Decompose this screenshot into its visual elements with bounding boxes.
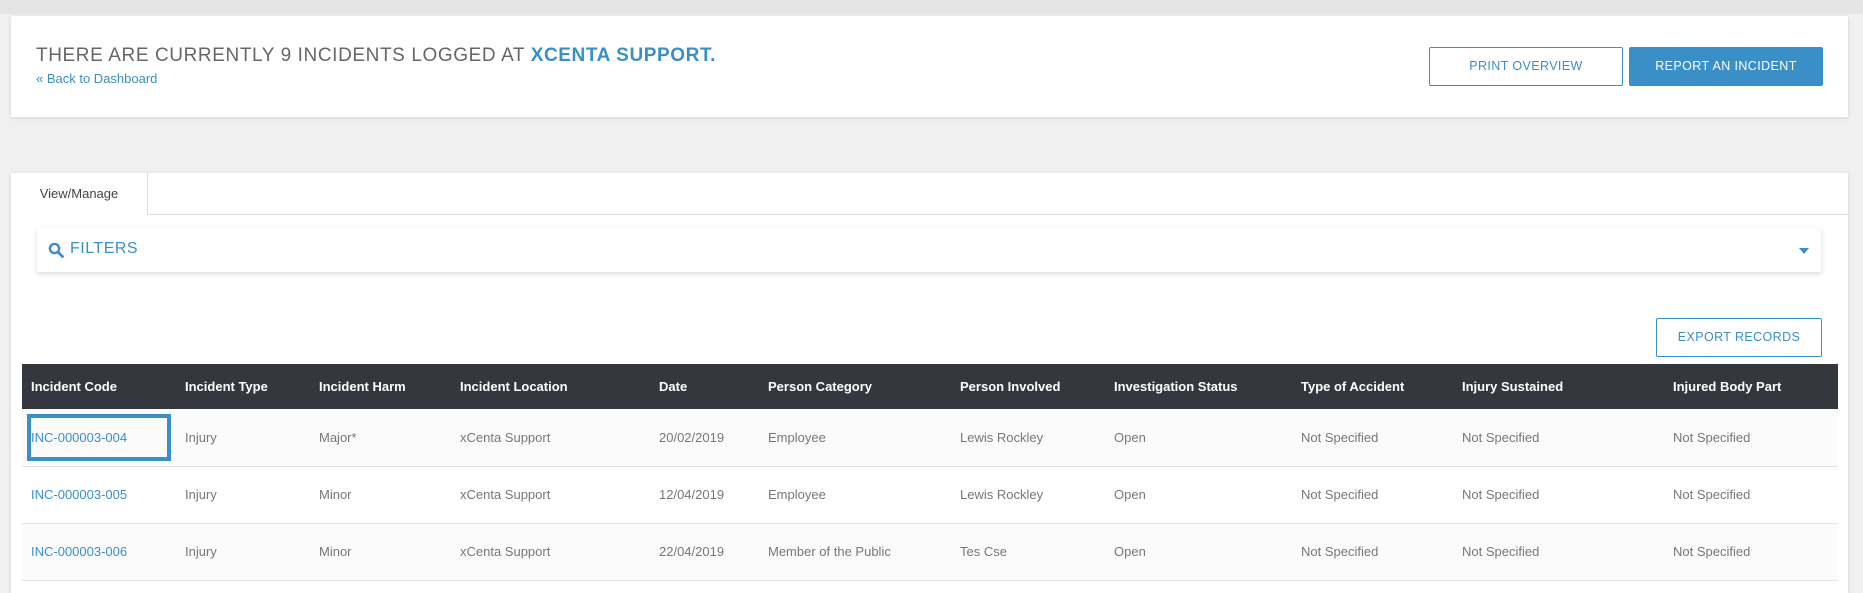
table-cell: Not Specified: [1673, 429, 1751, 445]
column-header[interactable]: Type of Accident: [1292, 364, 1453, 409]
table-cell: Injury: [185, 544, 217, 559]
tab-bar: View/Manage: [11, 173, 1848, 215]
table-cell: Injury: [185, 487, 217, 502]
column-header[interactable]: Investigation Status: [1105, 364, 1292, 409]
column-header[interactable]: Incident Type: [176, 364, 310, 409]
table-cell: xCenta Support: [460, 429, 551, 445]
table-cell: Employee: [768, 429, 826, 445]
table-cell: Not Specified: [1673, 487, 1751, 502]
back-to-dashboard-link[interactable]: « Back to Dashboard: [36, 71, 157, 86]
org-name: XCENTA SUPPORT.: [530, 45, 716, 66]
table-row[interactable]: INC-000003-006 Injury Minor xCenta Suppo…: [22, 523, 1838, 580]
column-header[interactable]: Date: [650, 364, 759, 409]
search-icon: [48, 242, 64, 258]
table-cell: Injury: [185, 429, 217, 445]
column-header[interactable]: Injury Sustained: [1453, 364, 1664, 409]
export-records-button[interactable]: EXPORT RECORDS: [1656, 318, 1822, 357]
print-overview-button[interactable]: PRINT OVERVIEW: [1429, 47, 1623, 86]
page-title: THERE ARE CURRENTLY 9 INCIDENTS LOGGED A…: [36, 45, 716, 67]
table-row[interactable]: INC-000003-005 Injury Minor xCenta Suppo…: [22, 466, 1838, 523]
incident-code-link[interactable]: INC-000003-005: [22, 466, 176, 523]
incidents-panel: View/Manage FILTERS EXPORT RECORDS Incid…: [11, 173, 1848, 593]
caret-down-icon[interactable]: [1799, 248, 1809, 254]
table-cell: Not Specified: [1301, 544, 1379, 559]
header-card: THERE ARE CURRENTLY 9 INCIDENTS LOGGED A…: [11, 16, 1848, 117]
column-header[interactable]: Person Involved: [951, 364, 1105, 409]
table-cell: Not Specified: [1462, 429, 1540, 445]
incident-code-link[interactable]: INC-000003-006: [22, 523, 176, 580]
table-row[interactable]: INC-000003-004 Injury Major* xCenta Supp…: [22, 409, 1838, 466]
table-cell: Member of the Public: [768, 544, 891, 559]
column-header[interactable]: Incident Location: [451, 364, 650, 409]
table-cell: Not Specified: [1673, 544, 1751, 559]
table-header-row: Incident Code Incident Type Incident Har…: [22, 364, 1838, 409]
table-cell: Not Specified: [1301, 487, 1379, 502]
table-cell: Open: [1114, 429, 1146, 445]
table-cell: Minor: [319, 487, 352, 502]
column-header[interactable]: Incident Code: [22, 364, 176, 409]
table-cell: xCenta Support: [460, 544, 551, 559]
column-header[interactable]: Incident Harm: [310, 364, 451, 409]
table-cell: Not Specified: [1462, 544, 1540, 559]
table-cell: 22/04/2019: [659, 544, 725, 559]
filters-label: FILTERS: [70, 240, 139, 257]
table-cell: 20/02/2019: [659, 429, 725, 445]
headline-text: THERE ARE CURRENTLY 9 INCIDENTS LOGGED A…: [36, 45, 525, 66]
top-strip: [0, 0, 1863, 14]
column-header[interactable]: Injured Body Part: [1664, 364, 1838, 409]
table-cell: Open: [1114, 544, 1146, 559]
table-cell: Not Specified: [1301, 429, 1379, 445]
column-header[interactable]: Person Category: [759, 364, 951, 409]
incident-code-link[interactable]: INC-000003-004: [22, 409, 176, 466]
filters-panel-header[interactable]: FILTERS: [37, 228, 1821, 272]
table-cell: Not Specified: [1462, 487, 1540, 502]
tab-view-manage[interactable]: View/Manage: [11, 173, 148, 215]
table-cell: Minor: [319, 544, 352, 559]
incidents-table: Incident Code Incident Type Incident Har…: [22, 364, 1838, 581]
table-cell: Major*: [319, 429, 357, 445]
table-cell: Lewis Rockley: [960, 429, 1044, 445]
table-cell: Tes Cse: [960, 544, 1007, 559]
report-incident-button[interactable]: REPORT AN INCIDENT: [1629, 47, 1823, 86]
table-cell: 12/04/2019: [659, 487, 725, 502]
table-cell: xCenta Support: [460, 487, 551, 502]
table-cell: Open: [1114, 487, 1146, 502]
table-cell: Employee: [768, 487, 826, 502]
table-cell: Lewis Rockley: [960, 487, 1044, 502]
